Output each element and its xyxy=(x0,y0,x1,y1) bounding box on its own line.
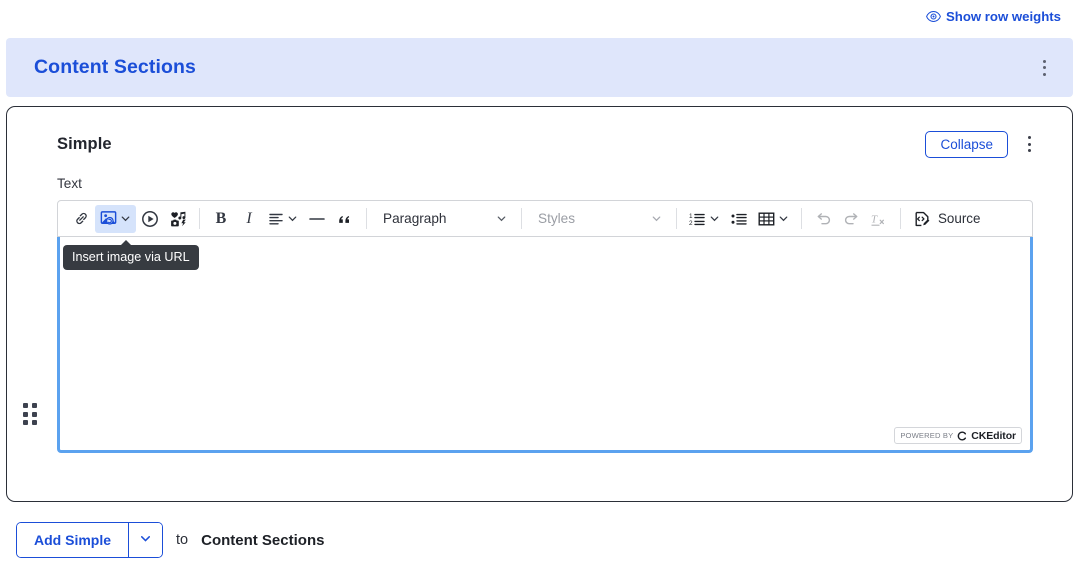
media-embed-icon[interactable] xyxy=(136,205,164,233)
source-label: Source xyxy=(938,211,981,226)
numbered-list-icon[interactable]: 1 2 xyxy=(684,205,725,233)
drag-handle-icon[interactable] xyxy=(23,403,39,427)
powered-by-label: POWERED BY xyxy=(900,431,954,440)
styles-value: Styles xyxy=(538,211,576,226)
kebab-dot xyxy=(1042,66,1046,69)
chevron-down-icon xyxy=(495,212,508,225)
toolbar-separator xyxy=(199,208,200,229)
undo-icon[interactable] xyxy=(809,205,837,233)
card-header: Simple Collapse xyxy=(57,129,1042,159)
svg-text:2: 2 xyxy=(689,220,693,227)
show-row-weights-label: Show row weights xyxy=(945,9,1061,24)
italic-icon[interactable]: I xyxy=(235,205,263,233)
chevron-down-icon[interactable] xyxy=(708,212,721,225)
italic-label: I xyxy=(246,209,252,227)
bold-icon[interactable]: B xyxy=(207,205,235,233)
add-simple-button[interactable]: Add Simple xyxy=(17,523,129,557)
ckeditor-content-area[interactable]: POWERED BY CKEditor xyxy=(57,236,1033,453)
chevron-down-icon xyxy=(138,531,153,549)
ckeditor-powered-by-badge[interactable]: POWERED BY CKEditor xyxy=(894,427,1022,444)
add-simple-split-button: Add Simple xyxy=(16,522,164,558)
ckeditor-logo-icon xyxy=(957,430,967,441)
eye-icon xyxy=(926,10,941,23)
toolbar-separator xyxy=(900,208,901,229)
collapse-button[interactable]: Collapse xyxy=(925,130,1008,158)
insert-image-tooltip: Insert image via URL xyxy=(63,240,199,270)
toolbar-separator xyxy=(366,208,367,229)
link-icon[interactable] xyxy=(67,205,95,233)
card-menu-button[interactable] xyxy=(1016,129,1042,159)
styles-dropdown[interactable]: Styles xyxy=(529,205,669,233)
insert-table-icon[interactable] xyxy=(753,205,794,233)
insert-image-icon[interactable] xyxy=(95,204,136,233)
remove-format-icon[interactable]: T xyxy=(865,205,893,233)
ckeditor: B I Paragraph Styles 1 2 T Source POWERE… xyxy=(57,200,1033,453)
paragraph-format-dropdown[interactable]: Paragraph xyxy=(374,205,514,233)
add-section-row: Add Simple to Content Sections xyxy=(0,502,1079,558)
kebab-dot xyxy=(1042,72,1046,76)
kebab-dot xyxy=(1042,59,1046,63)
ckeditor-toolbar: B I Paragraph Styles 1 2 T Source xyxy=(57,200,1033,237)
source-icon[interactable]: Source xyxy=(908,205,985,233)
chevron-down-icon[interactable] xyxy=(286,212,299,225)
to-label: to xyxy=(176,532,189,548)
chevron-down-icon xyxy=(650,212,663,225)
bold-label: B xyxy=(215,209,227,227)
top-utility-row: Show row weights xyxy=(0,0,1079,33)
target-section-label: Content Sections xyxy=(201,531,325,549)
text-field-label: Text xyxy=(57,176,82,191)
chevron-down-icon[interactable] xyxy=(119,212,132,225)
block-quote-icon[interactable] xyxy=(331,205,359,233)
content-sections-banner: Content Sections xyxy=(6,38,1073,97)
show-row-weights-link[interactable]: Show row weights xyxy=(926,9,1061,24)
svg-text:T: T xyxy=(871,213,878,225)
add-simple-dropdown-toggle[interactable] xyxy=(128,523,163,557)
ckeditor-brand-label: CKEditor xyxy=(971,429,1016,442)
content-sections-title: Content Sections xyxy=(34,56,196,78)
paragraph-format-value: Paragraph xyxy=(383,211,447,226)
text-alignment-icon[interactable] xyxy=(263,205,303,233)
simple-section-card: Simple Collapse Text B I Paragraph Style… xyxy=(6,106,1073,502)
bulleted-list-icon[interactable] xyxy=(725,205,753,233)
toolbar-separator xyxy=(801,208,802,229)
media-gallery-icon[interactable] xyxy=(164,205,192,233)
redo-icon[interactable] xyxy=(837,205,865,233)
svg-text:1: 1 xyxy=(689,213,693,220)
toolbar-separator xyxy=(521,208,522,229)
toolbar-separator xyxy=(676,208,677,229)
horizontal-line-icon[interactable] xyxy=(303,205,331,233)
content-sections-menu-button[interactable] xyxy=(1031,53,1057,83)
chevron-down-icon[interactable] xyxy=(777,212,790,225)
card-title: Simple xyxy=(57,134,112,153)
